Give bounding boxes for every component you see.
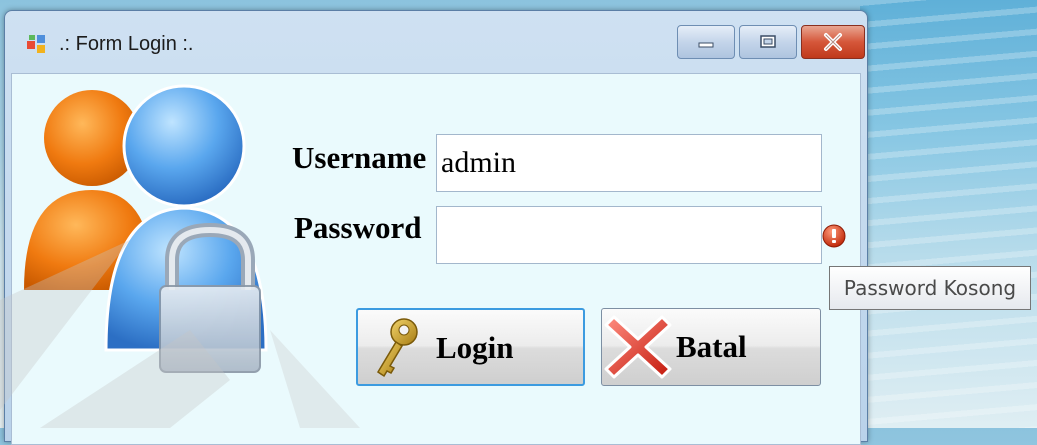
watermark-logo bbox=[0, 240, 360, 428]
password-error-tooltip: Password Kosong bbox=[829, 266, 1031, 310]
tooltip-text: Password Kosong bbox=[843, 276, 1017, 300]
